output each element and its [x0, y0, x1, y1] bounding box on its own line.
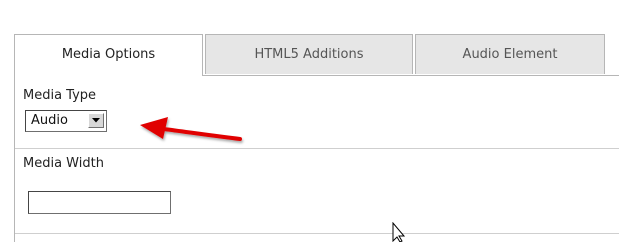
- tab-audio-element[interactable]: Audio Element: [415, 34, 605, 74]
- media-type-select[interactable]: Audio: [25, 110, 107, 132]
- chevron-down-icon: [92, 118, 100, 123]
- red-arrow-icon: [140, 117, 242, 141]
- media-options-dialog: Media Options HTML5 Additions Audio Elem…: [14, 34, 619, 242]
- tab-strip: Media Options HTML5 Additions Audio Elem…: [14, 34, 619, 76]
- media-width-input[interactable]: [28, 191, 171, 214]
- section-divider: [15, 233, 619, 234]
- media-type-dropdown-button[interactable]: [88, 113, 104, 128]
- tab-html5-additions[interactable]: HTML5 Additions: [205, 34, 413, 74]
- media-width-label: Media Width: [23, 156, 104, 171]
- media-type-selected-value: Audio: [31, 113, 68, 128]
- section-divider: [15, 148, 619, 149]
- mouse-cursor-icon: [392, 222, 406, 242]
- tab-media-options[interactable]: Media Options: [14, 34, 203, 76]
- media-options-panel: Media Type Audio Media Width: [14, 75, 619, 242]
- media-type-label: Media Type: [23, 88, 97, 103]
